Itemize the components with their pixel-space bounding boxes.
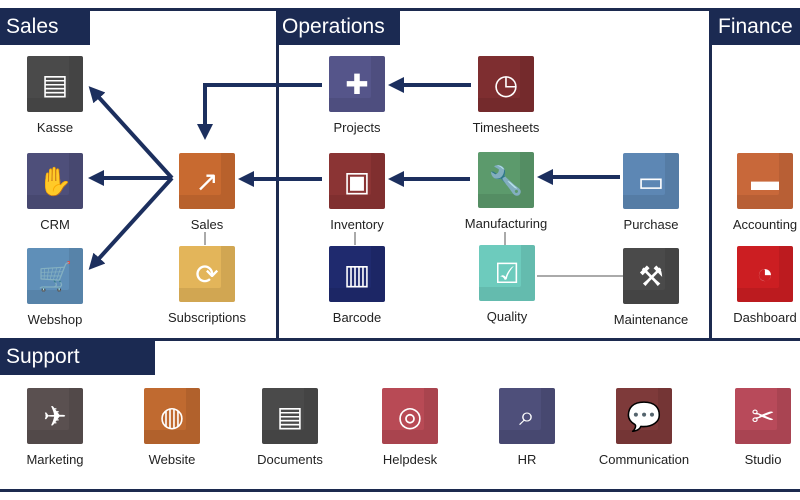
app-documents[interactable]: ▤ Documents xyxy=(235,388,345,467)
globe-icon: ◍ xyxy=(144,388,200,444)
wrench-icon: 🔧 xyxy=(478,152,534,208)
app-timesheets[interactable]: ◷ Timesheets xyxy=(451,56,561,135)
inbox-icon: ▤ xyxy=(262,388,318,444)
app-label: Dashboard xyxy=(733,310,797,325)
app-website[interactable]: ◍ Website xyxy=(117,388,227,467)
app-label: Projects xyxy=(333,120,381,135)
app-label: Purchase xyxy=(623,217,679,232)
app-label: Webshop xyxy=(27,312,83,327)
app-kasse[interactable]: ▤ Kasse xyxy=(0,56,110,135)
gauge-icon: ◔ xyxy=(737,246,793,302)
app-label: Maintenance xyxy=(613,312,689,327)
barcode-icon: ▥ xyxy=(329,246,385,302)
app-label: Studio xyxy=(744,452,782,467)
lifebuoy-icon: ◎ xyxy=(382,388,438,444)
recurring-icon: ⟳ xyxy=(179,246,235,302)
app-maintenance[interactable]: ⚒ Maintenance xyxy=(596,248,706,327)
app-hr[interactable]: ⌕ HR xyxy=(472,388,582,467)
app-subscriptions[interactable]: ⟳ Subscriptions xyxy=(152,246,262,325)
magnifier-icon: ⌕ xyxy=(499,388,555,444)
app-label: Quality xyxy=(486,309,528,324)
credit-card-icon: ▭ xyxy=(623,153,679,209)
app-label: HR xyxy=(517,452,537,467)
box-icon: ▣ xyxy=(329,153,385,209)
app-barcode[interactable]: ▥ Barcode xyxy=(302,246,412,325)
app-inventory[interactable]: ▣ Inventory xyxy=(302,153,412,232)
chart-up-icon: ↗ xyxy=(179,153,235,209)
app-label: Helpdesk xyxy=(382,452,438,467)
app-purchase[interactable]: ▭ Purchase xyxy=(596,153,706,232)
quality-check-icon: ☑ xyxy=(479,245,535,301)
app-label: CRM xyxy=(40,217,70,232)
tools-icon: ✂ xyxy=(735,388,791,444)
app-label: Communication xyxy=(598,452,690,467)
cart-icon: 🛒 xyxy=(27,248,83,304)
app-label: Sales xyxy=(190,217,224,232)
app-label: Barcode xyxy=(332,310,382,325)
app-label: Subscriptions xyxy=(167,310,247,325)
app-manufacturing[interactable]: 🔧 Manufacturing xyxy=(451,152,561,231)
app-helpdesk[interactable]: ◎ Helpdesk xyxy=(355,388,465,467)
app-label: Documents xyxy=(257,452,323,467)
wallet-icon: ▬ xyxy=(737,153,793,209)
hammer-icon: ⚒ xyxy=(623,248,679,304)
app-label: Timesheets xyxy=(472,120,540,135)
paper-plane-icon: ✈ xyxy=(27,388,83,444)
app-label: Inventory xyxy=(330,217,384,232)
app-label: Kasse xyxy=(36,120,74,135)
app-projects[interactable]: ✚ Projects xyxy=(302,56,412,135)
chat-bubble-icon: 💬 xyxy=(616,388,672,444)
puzzle-icon: ✚ xyxy=(329,56,385,112)
app-accounting[interactable]: ▬ Accounting xyxy=(710,153,800,232)
store-icon: ▤ xyxy=(27,56,83,112)
app-sales[interactable]: ↗ Sales xyxy=(152,153,262,232)
app-webshop[interactable]: 🛒 Webshop xyxy=(0,248,110,327)
app-marketing[interactable]: ✈ Marketing xyxy=(0,388,110,467)
app-label: Website xyxy=(148,452,196,467)
app-crm[interactable]: ✋ CRM xyxy=(0,153,110,232)
app-communication[interactable]: 💬 Communication xyxy=(589,388,699,467)
app-label: Marketing xyxy=(26,452,84,467)
handshake-icon: ✋ xyxy=(27,153,83,209)
app-dashboard[interactable]: ◔ Dashboard xyxy=(710,246,800,325)
app-label: Manufacturing xyxy=(464,216,548,231)
app-label: Accounting xyxy=(732,217,798,232)
stopwatch-icon: ◷ xyxy=(478,56,534,112)
app-studio[interactable]: ✂ Studio xyxy=(708,388,800,467)
app-quality[interactable]: ☑ Quality xyxy=(452,245,562,324)
